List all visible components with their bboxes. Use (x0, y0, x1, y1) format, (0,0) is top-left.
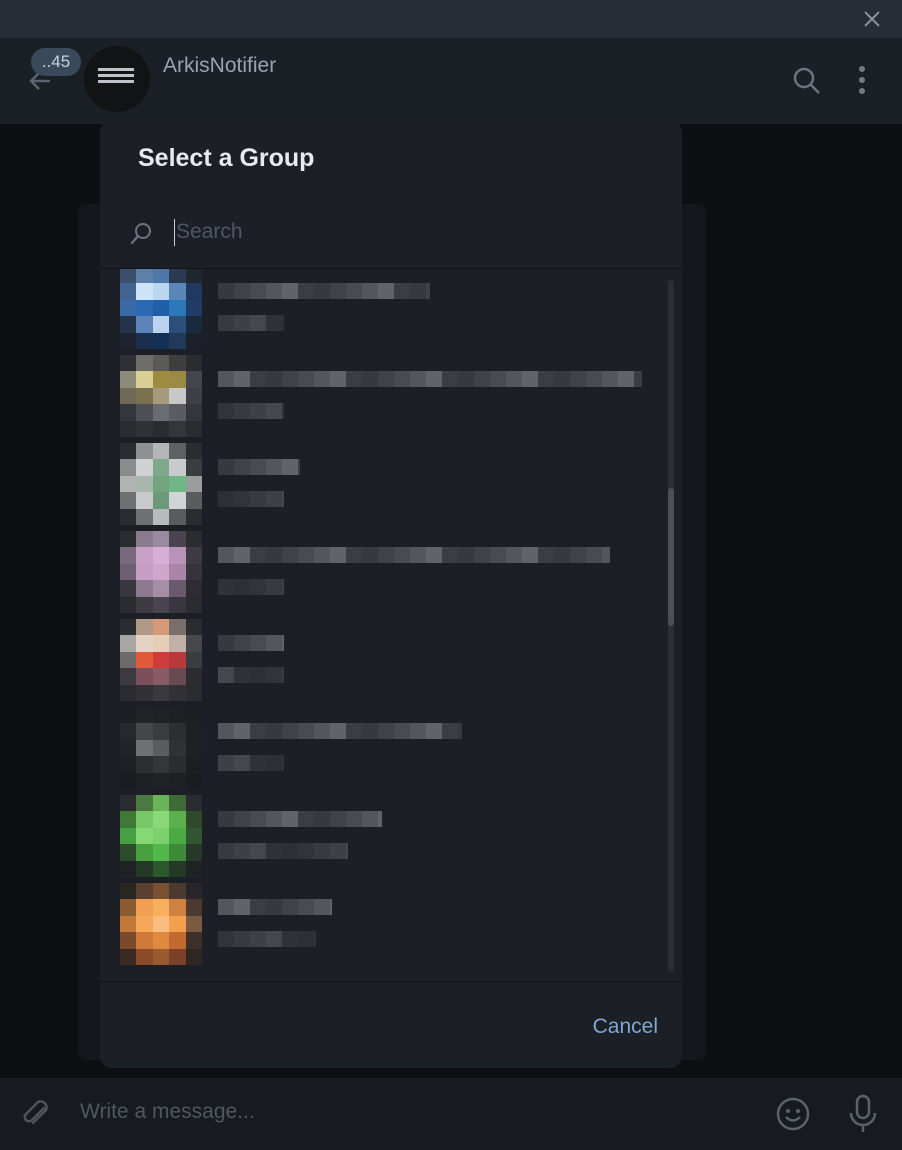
list-item[interactable] (100, 619, 660, 709)
obscured-text (218, 843, 348, 859)
microphone-icon[interactable] (846, 1093, 880, 1140)
dialog-title: Select a Group (138, 144, 315, 172)
unread-count-badge: ..45 (31, 48, 81, 76)
obscured-text (218, 491, 284, 507)
obscured-text (218, 723, 462, 739)
paperclip-icon[interactable] (18, 1096, 54, 1137)
obscured-text (218, 579, 284, 595)
more-vertical-icon[interactable] (859, 66, 867, 96)
scrollbar-thumb[interactable] (668, 488, 674, 626)
obscured-text (218, 403, 284, 419)
obscured-text (218, 667, 284, 683)
window-titlebar (0, 0, 902, 38)
avatar (120, 883, 202, 965)
close-icon[interactable] (862, 9, 882, 29)
message-input[interactable]: Write a message... (80, 1100, 255, 1124)
list-item[interactable] (100, 355, 660, 445)
obscured-text (218, 283, 430, 299)
avatar (120, 443, 202, 525)
obscured-text (218, 547, 610, 563)
avatar (120, 619, 202, 701)
list-item[interactable] (100, 531, 660, 621)
list-item[interactable] (100, 707, 660, 797)
search-icon (128, 220, 156, 253)
list-item[interactable] (100, 795, 660, 885)
obscured-text (218, 635, 284, 651)
obscured-text (218, 931, 316, 947)
search-input[interactable] (176, 214, 616, 250)
text-caret (174, 219, 175, 246)
select-group-dialog: Select a Group Cancel (100, 120, 682, 1068)
cancel-button[interactable]: Cancel (558, 1010, 658, 1044)
scrollbar-track[interactable] (668, 280, 674, 972)
obscured-text (218, 811, 382, 827)
emoji-icon[interactable] (774, 1095, 812, 1138)
group-list[interactable] (100, 269, 682, 981)
obscured-text (218, 755, 284, 771)
list-item[interactable] (100, 443, 660, 533)
avatar (120, 355, 202, 437)
search-icon[interactable] (792, 66, 822, 101)
avatar (120, 531, 202, 613)
obscured-text (218, 315, 284, 331)
avatar (120, 269, 202, 349)
avatar (120, 795, 202, 877)
chat-title[interactable]: ArkisNotifier (163, 54, 276, 78)
divider (100, 981, 682, 982)
obscured-text (218, 371, 642, 387)
avatar[interactable] (84, 46, 150, 112)
obscured-text (218, 459, 300, 475)
search-bar (100, 204, 682, 268)
list-item[interactable] (100, 883, 660, 973)
avatar (120, 707, 202, 789)
list-item[interactable] (100, 269, 660, 357)
obscured-text (218, 899, 332, 915)
